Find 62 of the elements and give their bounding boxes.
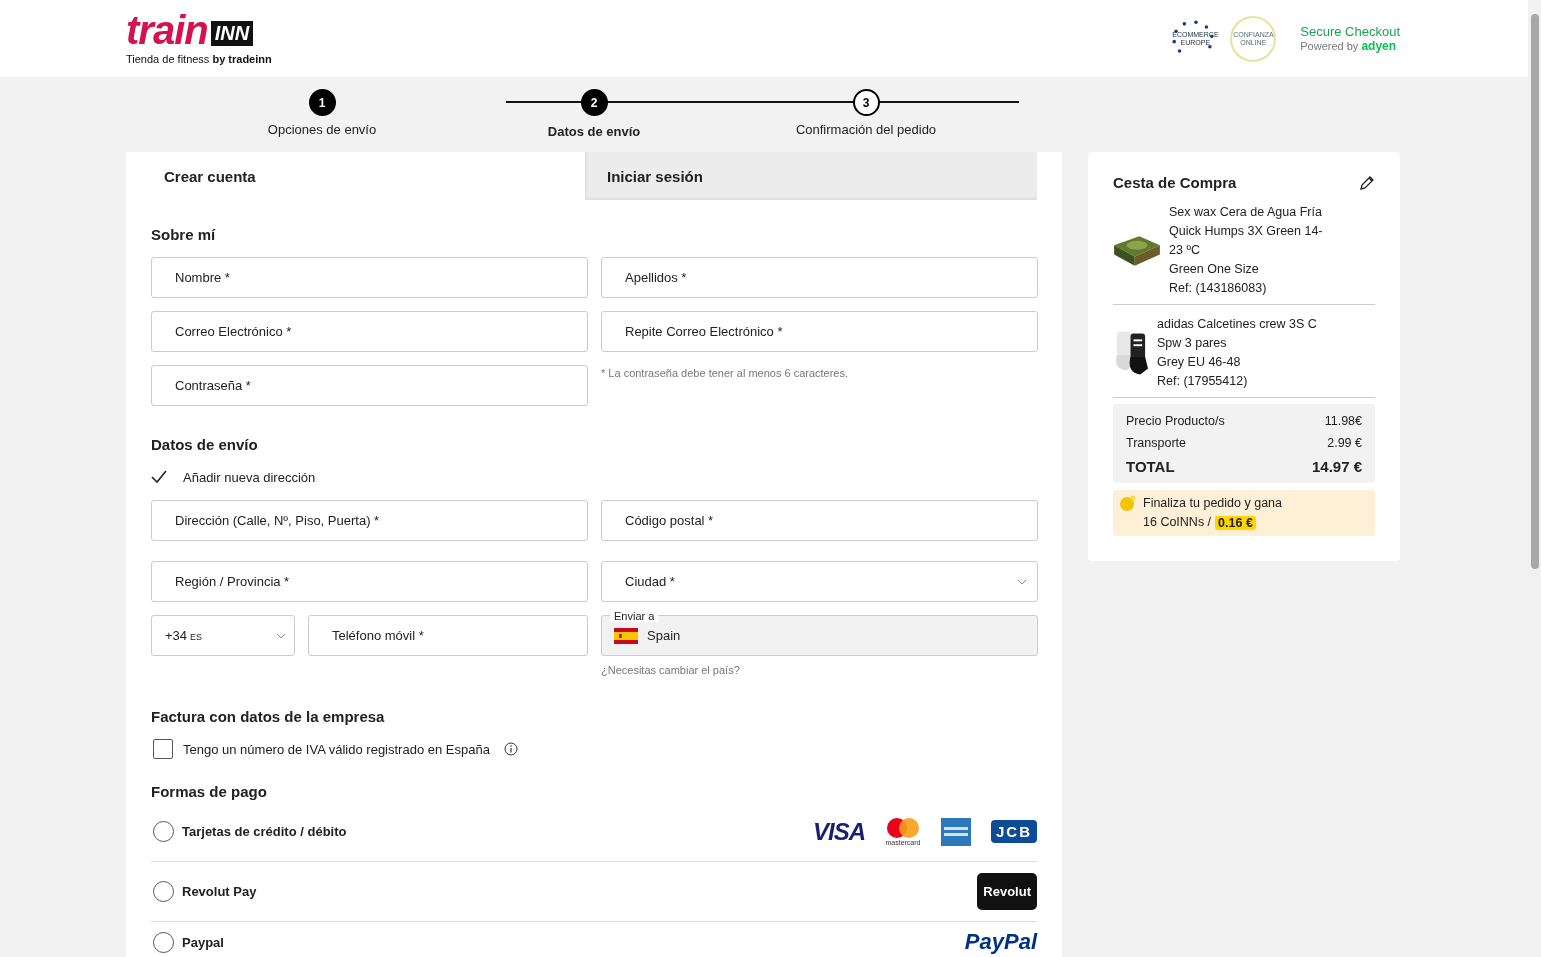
total-label: Precio Producto/s (1126, 414, 1225, 428)
input-field[interactable]: Repite Correo Electrónico * (601, 311, 1038, 352)
input-field[interactable]: Correo Electrónico * (151, 311, 588, 352)
chevron-down-icon (1017, 578, 1027, 585)
product-ref: Ref: (17955412) (1157, 373, 1249, 390)
tab[interactable]: Iniciar sesión (585, 152, 1037, 200)
total-value: 14.97 € (1311, 458, 1362, 475)
brand-logo-box: INN (210, 21, 254, 46)
input-field[interactable]: Nombre * (151, 257, 588, 298)
step-label: Datos de envío (547, 124, 641, 139)
checkbox[interactable] (153, 739, 173, 759)
section-title: Sobre mí (151, 226, 217, 243)
payment-method-label: Revolut Pay (182, 884, 257, 899)
product-variant: Green One Size (1169, 261, 1260, 278)
amex-logo (941, 817, 971, 846)
password-hint: * La contraseña debe tener al menos 6 caracteres. (601, 366, 850, 381)
product-name: Sex wax Cera de Agua Fría Quick Humps 3X Green 14-23 ºC (1169, 204, 1324, 259)
total-label: TOTAL (1126, 458, 1175, 475)
chevron-down-icon (276, 632, 286, 639)
tagline: Tienda de fitness by tradeinn (126, 53, 272, 65)
spain-flag-icon (614, 627, 638, 644)
paypal-logo: PayPal (964, 932, 1037, 952)
total-value: 11.98€ (1324, 414, 1362, 428)
coin-icon (1119, 494, 1137, 512)
input-field[interactable]: Dirección (Calle, Nº, Piso, Puerta) * (151, 500, 588, 541)
step-number: 3 (852, 89, 880, 116)
city-select[interactable]: Ciudad * (601, 561, 1038, 602)
product-ref: Ref: (143186083) (1169, 280, 1268, 297)
jcb-logo: JCB (991, 820, 1037, 843)
input-field[interactable]: Contraseña * (151, 365, 588, 406)
input-field[interactable]: Región / Provincia * (151, 561, 588, 602)
brand-logo[interactable]: train (126, 12, 208, 48)
secure-checkout-title: Secure Checkout (1300, 24, 1400, 39)
step-number: 1 (308, 89, 336, 116)
step-number: 2 (580, 89, 608, 116)
payment-method-label: Paypal (182, 934, 224, 950)
info-icon[interactable] (503, 742, 518, 756)
product-variant: Grey EU 46-48 (1157, 354, 1242, 371)
section-title: Formas de pago (151, 783, 268, 800)
payment-method-label: Tarjetas de crédito / débito (182, 824, 347, 839)
reward-coins: 16 CoINNs / (1143, 514, 1212, 531)
input-field[interactable]: Código postal * (601, 500, 1038, 541)
phone-prefix-select[interactable]: +34 ES (151, 615, 295, 656)
product-name: adidas Calcetines crew 3S C Spw 3 pares (1157, 316, 1317, 352)
total-value: 2.99 € (1327, 436, 1362, 450)
checkbox-label: Añadir nueva dirección (183, 469, 316, 485)
powered-by-text: Powered by adyen (1300, 39, 1398, 53)
step-label: Confirmación del pedido (795, 122, 937, 137)
input-field[interactable]: Teléfono móvil * (308, 615, 588, 656)
input-field[interactable]: Apellidos * (601, 257, 1038, 298)
cart-title: Cesta de Compra (1113, 174, 1237, 191)
reward-amount: 0.16 € (1215, 515, 1256, 530)
total-label: Transporte (1126, 436, 1186, 450)
revolut-logo: Revolut (977, 873, 1037, 910)
checkbox-label: Tengo un número de IVA válido registrado en España (183, 741, 490, 757)
reward-text: Finaliza tu pedido y gana (1143, 495, 1282, 512)
section-title: Datos de envío (151, 436, 259, 453)
section-title: Factura con datos de la empresa (151, 708, 386, 725)
pencil-icon[interactable] (1359, 174, 1375, 191)
visa-logo: VISA (812, 817, 865, 846)
change-country-link[interactable]: ¿Necesitas cambiar el país? (601, 664, 1038, 676)
step-label: Opciones de envío (267, 122, 377, 137)
